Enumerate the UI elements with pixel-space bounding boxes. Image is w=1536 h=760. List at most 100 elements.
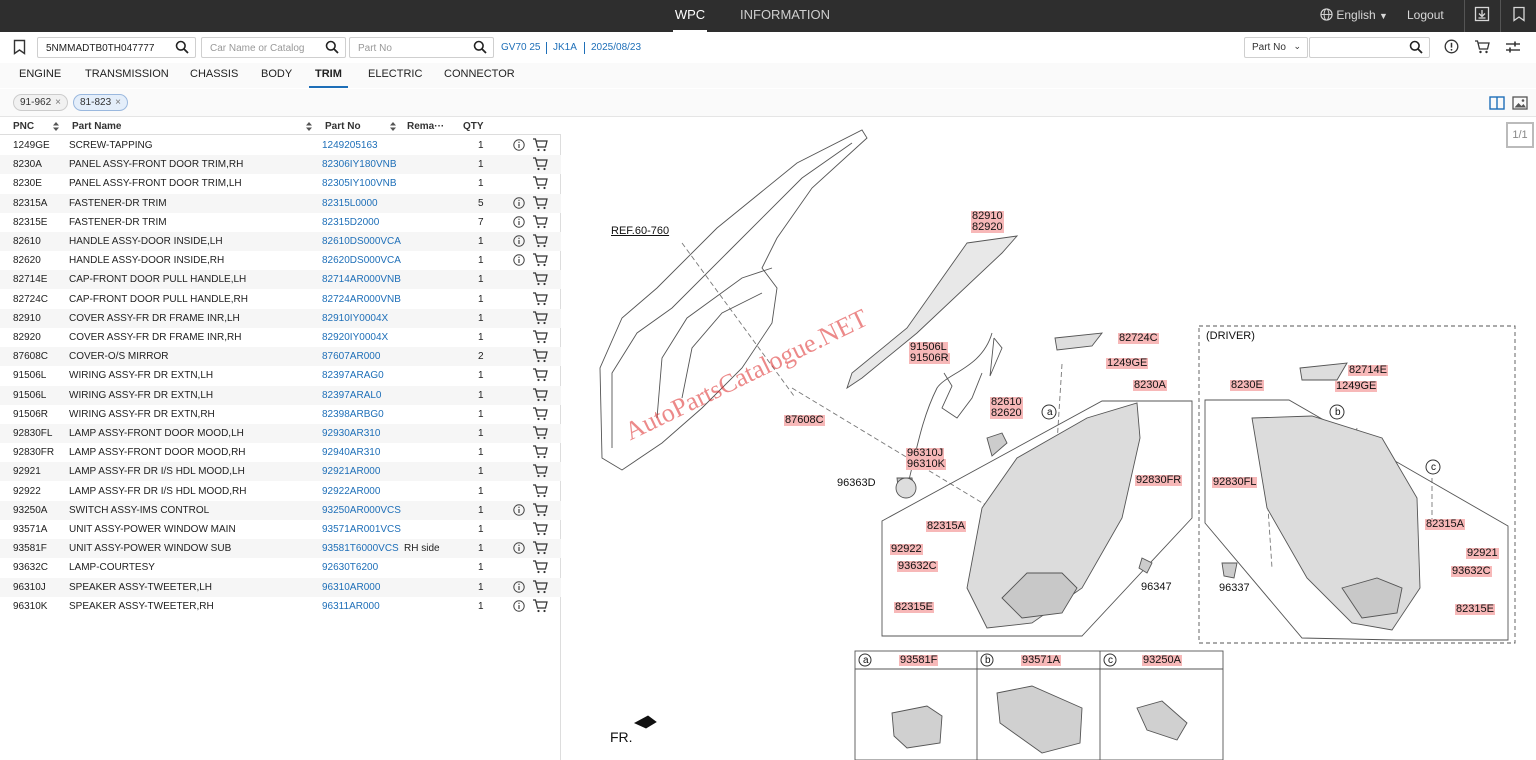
part-no-link[interactable]: 92922AR000 [322,486,380,497]
part-no-link[interactable]: 96311AR000 [322,601,380,612]
sort-icon[interactable] [53,122,59,131]
callout-92830fl[interactable]: 92830FL [1212,477,1258,488]
callout-8230a[interactable]: 8230A [1133,380,1167,391]
tab-wpc[interactable]: WPC [673,0,707,32]
language-selector[interactable]: English ▼ [1320,0,1388,32]
part-no-link[interactable]: 93581T6000VCS [322,543,399,554]
part-no-link[interactable]: 92630T6200 [322,562,378,573]
car-name-input[interactable] [202,39,345,58]
info-icon[interactable] [513,600,525,612]
table-row[interactable]: 82920 COVER ASSY-FR DR FRAME INR,RH 82920I… [0,328,561,347]
add-to-cart-icon[interactable] [532,541,548,555]
callout-1249ge[interactable]: 1249GE [1335,381,1378,392]
callout-82315a[interactable]: 82315A [1425,519,1465,530]
info-icon[interactable] [513,254,525,266]
header-part-name[interactable]: Part Name [72,121,121,132]
alert-icon[interactable] [1444,39,1459,59]
table-row[interactable]: 82724C CAP-FRONT DOOR PULL HANDLE,RH 82724… [0,290,561,309]
info-icon[interactable] [513,216,525,228]
sort-icon[interactable] [390,122,396,131]
info-icon[interactable] [513,580,525,593]
table-row[interactable]: 82610 HANDLE ASSY-DOOR INSIDE,LH 82610DS00… [0,232,561,251]
table-row[interactable]: 92922 LAMP ASSY-FR DR I/S HDL MOOD,RH 9292… [0,482,561,501]
callout-96310k[interactable]: 96310K [906,459,946,470]
info-icon[interactable] [513,542,525,554]
part-no-link[interactable]: 82714AR000VNB [322,274,401,285]
bookmark-icon[interactable] [13,39,26,60]
callout-96347[interactable]: 96347 [1140,582,1173,593]
callout-93250a[interactable]: 93250A [1142,655,1182,666]
add-to-cart-icon[interactable] [532,407,548,421]
part-no-link[interactable]: 82398ARBG0 [322,409,384,420]
tab-electric[interactable]: ELECTRIC [368,68,422,86]
part-no-link[interactable]: 93250AR000VCS [322,505,401,516]
part-no-link[interactable]: 82306IY180VNB [322,159,397,170]
search-type-select[interactable]: Part No ⌄ [1244,37,1308,58]
image-view-icon[interactable] [1512,96,1528,115]
callout-96337[interactable]: 96337 [1218,583,1251,594]
table-row[interactable]: 92830FR LAMP ASSY-FRONT DOOR MOOD,RH 92940… [0,443,561,462]
tab-engine[interactable]: ENGINE [19,68,61,86]
part-no-link[interactable]: 82315L0000 [322,198,378,209]
table-row[interactable]: 92921 LAMP ASSY-FR DR I/S HDL MOOD,LH 9292… [0,462,561,482]
part-no-link[interactable]: 82620DS000VCA [322,255,401,266]
adjust-icon[interactable] [1505,40,1521,59]
search-icon[interactable] [325,40,339,54]
add-to-cart-icon[interactable] [532,157,548,171]
tab-connector[interactable]: CONNECTOR [444,68,515,86]
callout-96363d[interactable]: 96363D [836,478,877,489]
split-view-icon[interactable] [1489,96,1505,115]
part-no-link[interactable]: 82920IY0004X [322,332,388,343]
callout-92830fr[interactable]: 92830FR [1135,475,1183,486]
callout-93571a[interactable]: 93571A [1021,655,1061,666]
callout-93632c[interactable]: 93632C [1451,566,1492,577]
add-to-cart-icon[interactable] [532,234,548,248]
right-search-field[interactable] [1309,37,1430,58]
callout-93581f[interactable]: 93581F [899,655,939,666]
add-to-cart-icon[interactable] [532,368,548,382]
part-no-link[interactable]: 92940AR310 [322,447,380,458]
table-row[interactable]: 91506R WIRING ASSY-FR DR EXTN,RH 82398ARBG… [0,405,561,424]
part-no-link[interactable]: 92921AR000 [322,466,380,477]
callout-82724c[interactable]: 82724C [1118,333,1159,344]
table-row[interactable]: 93250A SWITCH ASSY-IMS CONTROL 93250AR000V… [0,500,561,520]
part-no-link[interactable]: 82610DS000VCA [322,236,401,247]
table-row[interactable]: 82315A FASTENER-DR TRIM 82315L0000 5 [0,193,561,213]
tab-chassis[interactable]: CHASSIS [190,68,238,86]
callout-92921[interactable]: 92921 [1466,548,1499,559]
callout-93632c[interactable]: 93632C [897,561,938,572]
table-row[interactable]: 93632C LAMP-COURTESY 92630T6200 1 [0,558,561,577]
table-row[interactable]: 82714E CAP-FRONT DOOR PULL HANDLE,LH 82714… [0,270,561,290]
part-no-link[interactable]: 82305IY100VNB [322,178,397,189]
search-icon[interactable] [1409,40,1423,54]
part-no-link[interactable]: 96310AR000 [322,582,380,593]
parts-diagram[interactable]: a b c a b c REF.60-760 FR. (DRIVER) 1/1 … [562,118,1536,760]
tab-information[interactable]: INFORMATION [740,0,830,32]
part-no-field[interactable] [349,37,494,58]
vin-input[interactable] [38,39,195,58]
callout-92922[interactable]: 92922 [890,544,923,555]
add-to-cart-icon[interactable] [532,330,548,344]
part-no-link[interactable]: 93571AR001VCS [322,524,401,535]
part-no-link[interactable]: 82397ARAL0 [322,390,382,401]
header-pnc[interactable]: PNC [13,121,34,132]
part-no-link[interactable]: 82910IY0004X [322,313,388,324]
download-icon[interactable] [1474,6,1490,24]
info-icon[interactable] [513,235,525,247]
part-no-input[interactable] [350,39,493,58]
table-row[interactable]: 1249GE SCREW-TAPPING 1249205163 1 [0,136,561,155]
callout-91506r[interactable]: 91506R [909,353,950,364]
part-no-link[interactable]: 92930AR310 [322,428,380,439]
close-icon[interactable]: × [115,97,121,108]
table-row[interactable]: 8230A PANEL ASSY-FRONT DOOR TRIM,RH 82306I… [0,155,561,175]
add-to-cart-icon[interactable] [532,599,548,613]
callout-82315e[interactable]: 82315E [894,602,934,613]
add-to-cart-icon[interactable] [532,522,548,536]
table-row[interactable]: 93581F UNIT ASSY-POWER WINDOW SUB 93581T60… [0,539,561,559]
add-to-cart-icon[interactable] [532,464,548,478]
sort-icon[interactable] [306,122,312,131]
add-to-cart-icon[interactable] [532,426,548,440]
logout-link[interactable]: Logout [1407,0,1444,32]
filter-chip[interactable]: 81-823 × [73,94,128,111]
part-no-link[interactable]: 87607AR000 [322,351,380,362]
